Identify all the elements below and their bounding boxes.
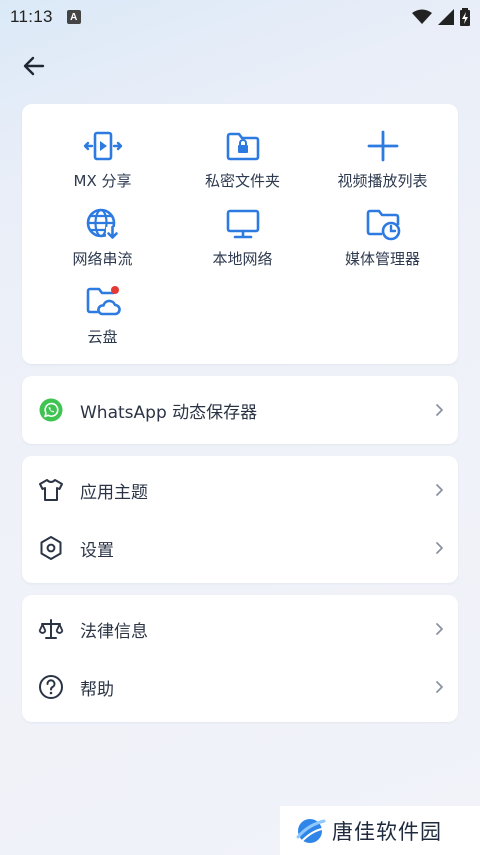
battery-icon — [460, 8, 470, 26]
whatsapp-card: WhatsApp 动态保存器 — [22, 376, 458, 444]
settings-hexagon-icon — [40, 536, 62, 560]
status-icons — [412, 8, 470, 26]
notification-badge — [110, 286, 119, 294]
row-label: 设置 — [80, 540, 114, 561]
help-icon — [39, 675, 63, 699]
settings-row[interactable]: 设置 — [22, 519, 458, 577]
arrow-left-icon — [23, 56, 45, 76]
help-row[interactable]: 帮助 — [22, 658, 458, 716]
grid-item-cloud-drive[interactable]: 云盘 — [30, 284, 175, 347]
grid-item-private-folder[interactable]: 私密文件夹 — [170, 128, 315, 191]
grid-label: 视频播放列表 — [337, 172, 428, 190]
chevron-right-icon — [436, 484, 443, 496]
row-label: 应用主题 — [80, 482, 148, 503]
watermark-logo-icon — [296, 818, 326, 843]
info-card: 法律信息 帮助 — [22, 595, 458, 722]
signal-icon — [438, 9, 454, 25]
grid-item-network-stream[interactable]: 网络串流 — [30, 206, 175, 269]
private-folder-icon — [226, 132, 259, 161]
status-time: 11:13 — [10, 7, 53, 26]
mx-share-icon — [83, 131, 122, 161]
app-theme-row[interactable]: 应用主题 — [22, 461, 458, 519]
grid-label: 网络串流 — [72, 250, 133, 268]
network-stream-icon — [86, 208, 119, 240]
chevron-right-icon — [436, 404, 443, 416]
whatsapp-icon — [39, 398, 63, 422]
grid-item-mx-share[interactable]: MX 分享 — [30, 128, 175, 191]
media-manager-icon — [366, 209, 400, 241]
back-button[interactable] — [14, 48, 54, 84]
whatsapp-saver-row[interactable]: WhatsApp 动态保存器 — [22, 381, 458, 439]
grid-label: 云盘 — [87, 328, 118, 346]
grid-label: 私密文件夹 — [204, 172, 280, 190]
chevron-right-icon — [436, 681, 443, 693]
legal-info-row[interactable]: 法律信息 — [22, 600, 458, 658]
grid-item-video-playlist[interactable]: 视频播放列表 — [310, 128, 455, 191]
status-bar: 11:13 A — [0, 0, 480, 34]
grid-label: MX 分享 — [73, 172, 132, 190]
watermark-text: 唐佳软件园 — [332, 819, 442, 844]
wifi-icon — [412, 9, 432, 24]
local-network-icon — [226, 209, 259, 239]
grid-item-media-manager[interactable]: 媒体管理器 — [310, 206, 455, 269]
feature-grid-card: MX 分享 私密文件夹 视频播放列表 网络串流 本地网络 媒体管理器 云盘 — [22, 104, 458, 364]
row-label: WhatsApp 动态保存器 — [80, 402, 258, 423]
chevron-right-icon — [436, 623, 443, 635]
status-indicator-icon: A — [66, 10, 81, 24]
grid-item-local-network[interactable]: 本地网络 — [170, 206, 315, 269]
watermark: 唐佳软件园 — [280, 806, 480, 855]
settings-card: 应用主题 设置 — [22, 456, 458, 583]
row-label: 法律信息 — [80, 621, 148, 642]
plus-icon — [367, 130, 398, 162]
grid-label: 媒体管理器 — [344, 250, 420, 268]
shirt-icon — [39, 479, 63, 501]
row-label: 帮助 — [80, 679, 114, 700]
chevron-right-icon — [436, 542, 443, 554]
grid-label: 本地网络 — [212, 250, 273, 268]
scales-icon — [38, 619, 64, 639]
